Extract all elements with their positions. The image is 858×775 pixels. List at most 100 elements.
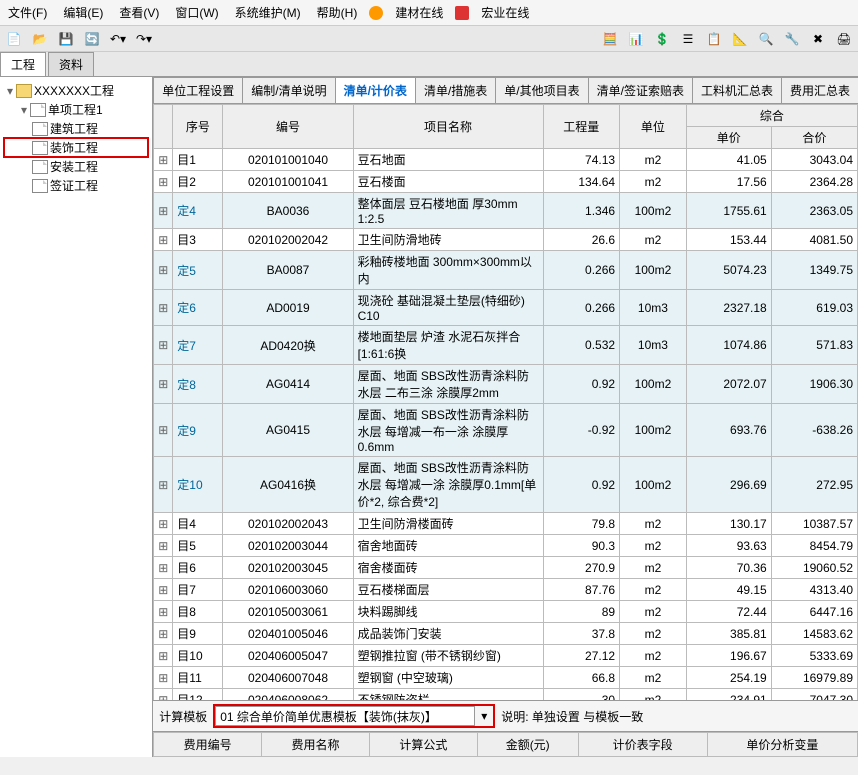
menu-jc-online[interactable]: 建材在线 — [391, 2, 447, 23]
menu-maintenance[interactable]: 系统维护(M) — [231, 2, 305, 23]
cell-code[interactable]: 020102003044 — [223, 535, 353, 557]
row-expand-icon[interactable]: ⊞ — [154, 171, 173, 193]
fee-col-field[interactable]: 计价表字段 — [578, 733, 707, 757]
row-expand-icon[interactable]: ⊞ — [154, 290, 173, 326]
row-expand-icon[interactable]: ⊞ — [154, 623, 173, 645]
stab-fee-summary[interactable]: 费用汇总表 — [781, 77, 858, 103]
table-row[interactable]: ⊞定8AG0414屋面、地面 SBS改性沥青涂料防水层 二布三涂 涂膜厚2mm0… — [154, 365, 858, 404]
cell-code[interactable]: BA0036 — [223, 193, 353, 229]
stab-visa-claim[interactable]: 清单/签证索赔表 — [588, 77, 693, 103]
table-row[interactable]: ⊞目7020106003060豆石楼梯面层87.76m249.154313.40 — [154, 579, 858, 601]
row-expand-icon[interactable]: ⊞ — [154, 667, 173, 689]
menu-window[interactable]: 窗口(W) — [171, 2, 222, 23]
cell-code[interactable]: AG0416换 — [223, 457, 353, 513]
col-uprice[interactable]: 单价 — [686, 127, 771, 149]
row-expand-icon[interactable]: ⊞ — [154, 689, 173, 701]
cell-code[interactable]: AG0414 — [223, 365, 353, 404]
menu-edit[interactable]: 编辑(E) — [59, 2, 107, 23]
tb-c[interactable]: 💲 — [652, 29, 672, 49]
cell-code[interactable]: 020106003060 — [223, 579, 353, 601]
tree-visa[interactable]: 签证工程 — [4, 176, 148, 195]
table-row[interactable]: ⊞目11020406007048塑钢窗 (中空玻璃)66.8m2254.1916… — [154, 667, 858, 689]
table-row[interactable]: ⊞目1020101001040豆石地面74.13m241.053043.04 — [154, 149, 858, 171]
row-expand-icon[interactable]: ⊞ — [154, 645, 173, 667]
cell-code[interactable]: 020102002042 — [223, 229, 353, 251]
tb-new[interactable]: 📄 — [4, 29, 24, 49]
tb-g[interactable]: 🔍 — [756, 29, 776, 49]
stab-bill-measure[interactable]: 清单/措施表 — [415, 77, 496, 103]
expand-icon[interactable]: ▾ — [18, 103, 30, 117]
cell-code[interactable]: 020406005047 — [223, 645, 353, 667]
tree-install[interactable]: 安装工程 — [4, 157, 148, 176]
row-expand-icon[interactable]: ⊞ — [154, 404, 173, 457]
row-expand-icon[interactable]: ⊞ — [154, 229, 173, 251]
col-composite[interactable]: 综合 — [686, 105, 857, 127]
stab-unit-settings[interactable]: 单位工程设置 — [153, 77, 243, 103]
table-row[interactable]: ⊞目8020105003061块料踢脚线89m272.446447.16 — [154, 601, 858, 623]
bill-grid-wrap[interactable]: 序号 编号 项目名称 工程量 单位 综合 单价 合价 ⊞目10201010010… — [153, 104, 858, 700]
tb-undo[interactable]: ↶▾ — [108, 29, 128, 49]
tb-refresh[interactable]: 🔄 — [82, 29, 102, 49]
cell-code[interactable]: 020406008062 — [223, 689, 353, 701]
tree-root[interactable]: ▾ XXXXXXX工程 — [4, 81, 148, 100]
cell-code[interactable]: 020101001040 — [223, 149, 353, 171]
menu-view[interactable]: 查看(V) — [115, 2, 163, 23]
col-unit[interactable]: 单位 — [620, 105, 687, 149]
tb-open[interactable]: 📂 — [30, 29, 50, 49]
tree-decoration[interactable]: 装饰工程 — [4, 138, 148, 157]
tb-b[interactable]: 📊 — [626, 29, 646, 49]
row-expand-icon[interactable]: ⊞ — [154, 457, 173, 513]
expand-icon[interactable]: ▾ — [4, 84, 16, 98]
calc-template-combo[interactable]: ▾ — [213, 704, 495, 728]
stab-material-summary[interactable]: 工料机汇总表 — [692, 77, 782, 103]
tb-i[interactable]: ✖ — [808, 29, 828, 49]
cell-code[interactable]: 020406007048 — [223, 667, 353, 689]
tree-single-project[interactable]: ▾ 单项工程1 — [4, 100, 148, 119]
cell-code[interactable]: BA0087 — [223, 251, 353, 290]
row-expand-icon[interactable]: ⊞ — [154, 365, 173, 404]
cell-code[interactable]: 020105003061 — [223, 601, 353, 623]
table-row[interactable]: ⊞定7AD0420换楼地面垫层 炉渣 水泥石灰拌合[1:61:6换0.53210… — [154, 326, 858, 365]
table-row[interactable]: ⊞目9020401005046成品装饰门安装37.8m2385.8114583.… — [154, 623, 858, 645]
tb-a[interactable]: 🧮 — [600, 29, 620, 49]
tb-d[interactable]: ☰ — [678, 29, 698, 49]
tb-e[interactable]: 📋 — [704, 29, 724, 49]
table-row[interactable]: ⊞目2020101001041豆石楼面134.64m217.562364.28 — [154, 171, 858, 193]
row-expand-icon[interactable]: ⊞ — [154, 326, 173, 365]
menu-help[interactable]: 帮助(H) — [313, 2, 362, 23]
chevron-down-icon[interactable]: ▾ — [475, 709, 493, 723]
cell-code[interactable]: 020102002043 — [223, 513, 353, 535]
table-row[interactable]: ⊞目5020102003044宿舍地面砖90.3m293.638454.79 — [154, 535, 858, 557]
tb-save[interactable]: 💾 — [56, 29, 76, 49]
tab-project[interactable]: 工程 — [0, 52, 46, 76]
row-expand-icon[interactable]: ⊞ — [154, 535, 173, 557]
calc-template-input[interactable] — [215, 706, 475, 726]
cell-code[interactable]: AG0415 — [223, 404, 353, 457]
stab-bill-price[interactable]: 清单/计价表 — [335, 77, 416, 103]
fee-col-code[interactable]: 费用编号 — [154, 733, 262, 757]
row-expand-icon[interactable]: ⊞ — [154, 601, 173, 623]
fee-col-formula[interactable]: 计算公式 — [369, 733, 477, 757]
cell-code[interactable]: 020401005046 — [223, 623, 353, 645]
tb-h[interactable]: 🔧 — [782, 29, 802, 49]
table-row[interactable]: ⊞目10020406005047塑钢推拉窗 (带不锈钢纱窗)27.12m2196… — [154, 645, 858, 667]
table-row[interactable]: ⊞定9AG0415屋面、地面 SBS改性沥青涂料防水层 每增减一布一涂 涂膜厚0… — [154, 404, 858, 457]
cell-code[interactable]: AD0420换 — [223, 326, 353, 365]
tb-redo[interactable]: ↷▾ — [134, 29, 154, 49]
col-name[interactable]: 项目名称 — [353, 105, 543, 149]
fee-col-var[interactable]: 单价分析变量 — [707, 733, 857, 757]
stab-bill-desc[interactable]: 编制/清单说明 — [242, 77, 335, 103]
menu-file[interactable]: 文件(F) — [4, 2, 51, 23]
table-row[interactable]: ⊞目3020102002042卫生间防滑地砖26.6m2153.444081.5… — [154, 229, 858, 251]
cell-code[interactable]: AD0019 — [223, 290, 353, 326]
table-row[interactable]: ⊞目6020102003045宿舍楼面砖270.9m270.3619060.52 — [154, 557, 858, 579]
row-expand-icon[interactable]: ⊞ — [154, 251, 173, 290]
col-code[interactable]: 编号 — [223, 105, 353, 149]
table-row[interactable]: ⊞目4020102002043卫生间防滑楼面砖79.8m2130.1710387… — [154, 513, 858, 535]
tab-material[interactable]: 资料 — [48, 52, 94, 76]
row-expand-icon[interactable]: ⊞ — [154, 193, 173, 229]
cell-code[interactable]: 020102003045 — [223, 557, 353, 579]
cell-code[interactable]: 020101001041 — [223, 171, 353, 193]
fee-col-name[interactable]: 费用名称 — [262, 733, 370, 757]
row-expand-icon[interactable]: ⊞ — [154, 557, 173, 579]
